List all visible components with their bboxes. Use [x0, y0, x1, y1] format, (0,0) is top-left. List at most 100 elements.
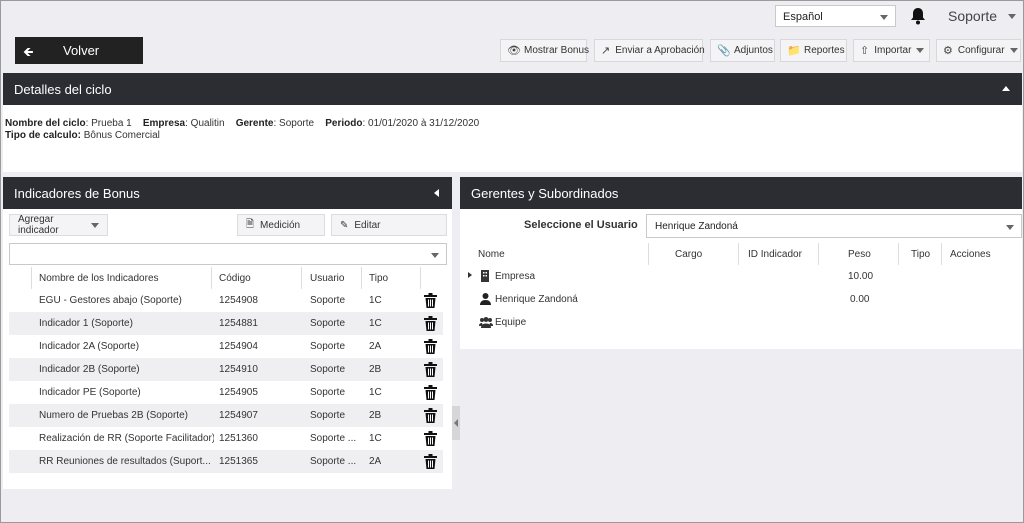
- attachments-button[interactable]: 📎 Adjuntos: [710, 39, 775, 62]
- col-header-id-indicator[interactable]: ID Indicador: [748, 243, 802, 265]
- trash-icon[interactable]: [424, 408, 437, 423]
- user-select[interactable]: Henrique Zandoná: [646, 214, 1022, 238]
- indicator-code: 1254910: [219, 364, 258, 375]
- col-divider: [31, 267, 32, 289]
- import-button[interactable]: ⇧ Importar: [853, 39, 930, 62]
- pencil-icon: ✎: [340, 219, 349, 231]
- manager-label: Gerente: [235, 118, 274, 129]
- table-row[interactable]: Indicador 2B (Soporte) 1254910 Soporte 2B: [9, 358, 443, 381]
- details-line-2: Tipo de calculo: Bônus Comercial: [5, 130, 160, 141]
- back-label: Volver: [63, 43, 100, 58]
- indicator-user: Soporte: [310, 341, 346, 352]
- indicator-type: 1C: [369, 433, 382, 444]
- details-title: Detalles del ciclo: [14, 81, 112, 97]
- send-approval-label: Enviar a Aprobación: [615, 45, 705, 56]
- indicator-name: RR Reuniones de resultados (Suport...: [39, 456, 211, 467]
- building-icon: [481, 270, 489, 282]
- chevron-left-icon: [454, 419, 458, 427]
- col-header-nome[interactable]: Nome: [478, 243, 505, 265]
- chevron-down-icon: [1009, 48, 1018, 53]
- table-row[interactable]: EGU - Gestores abajo (Soporte) 1254908 Sop…: [9, 289, 443, 312]
- language-value: Español: [783, 11, 823, 23]
- tree-peso-value: 10.00: [848, 271, 874, 282]
- measure-label: Medición: [260, 219, 301, 231]
- col-divider: [738, 243, 739, 265]
- col-divider: [301, 267, 302, 289]
- table-row[interactable]: Indicador PE (Soporte) 1254905 Soporte 1C: [9, 381, 443, 404]
- col-divider: [941, 243, 942, 265]
- trash-icon[interactable]: [424, 339, 437, 354]
- expand-arrow-icon[interactable]: [468, 272, 472, 278]
- col-header-cargo[interactable]: Cargo: [675, 243, 702, 265]
- reports-label: Reportes: [804, 45, 845, 56]
- eye-icon: 👁: [507, 45, 521, 57]
- attachments-label: Adjuntos: [734, 45, 773, 56]
- indicator-code: 1254905: [219, 387, 258, 398]
- user-select-value: Henrique Zandoná: [655, 221, 738, 232]
- indicator-name: Indicador 2B (Soporte): [39, 364, 140, 375]
- col-header-code[interactable]: Código: [219, 267, 251, 289]
- tree-item-user[interactable]: Henrique Zandoná: [495, 294, 578, 305]
- back-button[interactable]: 🡸 Volver: [15, 37, 143, 64]
- col-header-actions[interactable]: Acciones: [950, 243, 991, 265]
- indicator-code: 1254881: [219, 318, 258, 329]
- tree-item-team[interactable]: Equipe: [495, 317, 526, 328]
- show-bonus-label: Mostrar Bonus: [524, 45, 590, 56]
- chevron-down-icon: [916, 48, 925, 53]
- indicator-type: 2B: [369, 364, 382, 375]
- share-icon: ↗: [601, 45, 611, 57]
- trash-icon[interactable]: [424, 362, 437, 377]
- measure-button[interactable]: 🗎 Medición: [237, 214, 325, 236]
- bell-icon[interactable]: [910, 7, 926, 25]
- table-row[interactable]: RR Reuniones de resultados (Suport... 125…: [9, 450, 443, 473]
- send-approval-button[interactable]: ↗ Enviar a Aprobación: [594, 39, 705, 62]
- gear-icon: ⚙: [943, 45, 953, 57]
- col-header-name[interactable]: Nombre de los Indicadores: [39, 267, 159, 289]
- trash-icon[interactable]: [424, 293, 437, 308]
- indicator-user: Soporte: [310, 318, 346, 329]
- managers-title: Gerentes y Subordinados: [471, 185, 619, 201]
- col-header-user[interactable]: Usuario: [310, 267, 344, 289]
- details-header[interactable]: Detalles del ciclo: [3, 73, 1022, 105]
- col-header-tipo[interactable]: Tipo: [911, 243, 930, 265]
- trash-icon[interactable]: [424, 316, 437, 331]
- trash-icon[interactable]: [424, 454, 437, 469]
- add-indicator-button[interactable]: Agregar indicador: [9, 214, 108, 236]
- trash-icon[interactable]: [424, 385, 437, 400]
- chevron-down-icon[interactable]: [1008, 14, 1016, 19]
- indicators-header[interactable]: Indicadores de Bonus: [3, 177, 452, 209]
- indicator-name: EGU - Gestores abajo (Soporte): [39, 295, 182, 306]
- chevron-down-icon: [1006, 225, 1014, 230]
- chevron-up-icon[interactable]: [1002, 86, 1010, 91]
- indicators-title: Indicadores de Bonus: [14, 185, 140, 201]
- chevron-down-icon: [431, 253, 439, 258]
- table-row[interactable]: Realización de RR (Soporte Facilitador) 1…: [9, 427, 443, 450]
- reports-button[interactable]: 📁 Reportes: [780, 39, 847, 62]
- import-label: Importar: [874, 45, 912, 56]
- splitter-handle[interactable]: [452, 406, 460, 440]
- document-icon: 🗎: [246, 218, 255, 230]
- indicator-name: Realización de RR (Soporte Facilitador): [39, 433, 214, 444]
- col-header-peso[interactable]: Peso: [848, 243, 871, 265]
- indicator-filter-select[interactable]: [9, 243, 447, 265]
- chevron-left-icon[interactable]: [434, 189, 439, 197]
- col-divider: [211, 267, 212, 289]
- language-select[interactable]: Español: [775, 5, 896, 27]
- user-menu[interactable]: Soporte: [948, 8, 997, 24]
- configure-button[interactable]: ⚙ Configurar: [936, 39, 1021, 62]
- col-header-type[interactable]: Tipo: [369, 267, 388, 289]
- table-row[interactable]: Indicador 2A (Soporte) 1254904 Soporte 2A: [9, 335, 443, 358]
- company-label: Empresa: [142, 118, 186, 129]
- indicator-type: 2A: [369, 456, 382, 467]
- add-indicator-label: Agregar indicador: [18, 214, 59, 236]
- period-label: Periodo: [325, 118, 363, 129]
- tree-item-empresa[interactable]: Empresa: [495, 271, 535, 282]
- col-divider: [818, 243, 819, 265]
- trash-icon[interactable]: [424, 431, 437, 446]
- indicator-user: Soporte ...: [310, 456, 357, 467]
- edit-button[interactable]: ✎ Editar: [331, 214, 447, 236]
- table-row[interactable]: Indicador 1 (Soporte) 1254881 Soporte 1C: [9, 312, 443, 335]
- table-row[interactable]: Numero de Pruebas 2B (Soporte) 1254907 Sop…: [9, 404, 443, 427]
- person-icon: [480, 293, 491, 305]
- show-bonus-button[interactable]: 👁 Mostrar Bonus: [500, 39, 590, 62]
